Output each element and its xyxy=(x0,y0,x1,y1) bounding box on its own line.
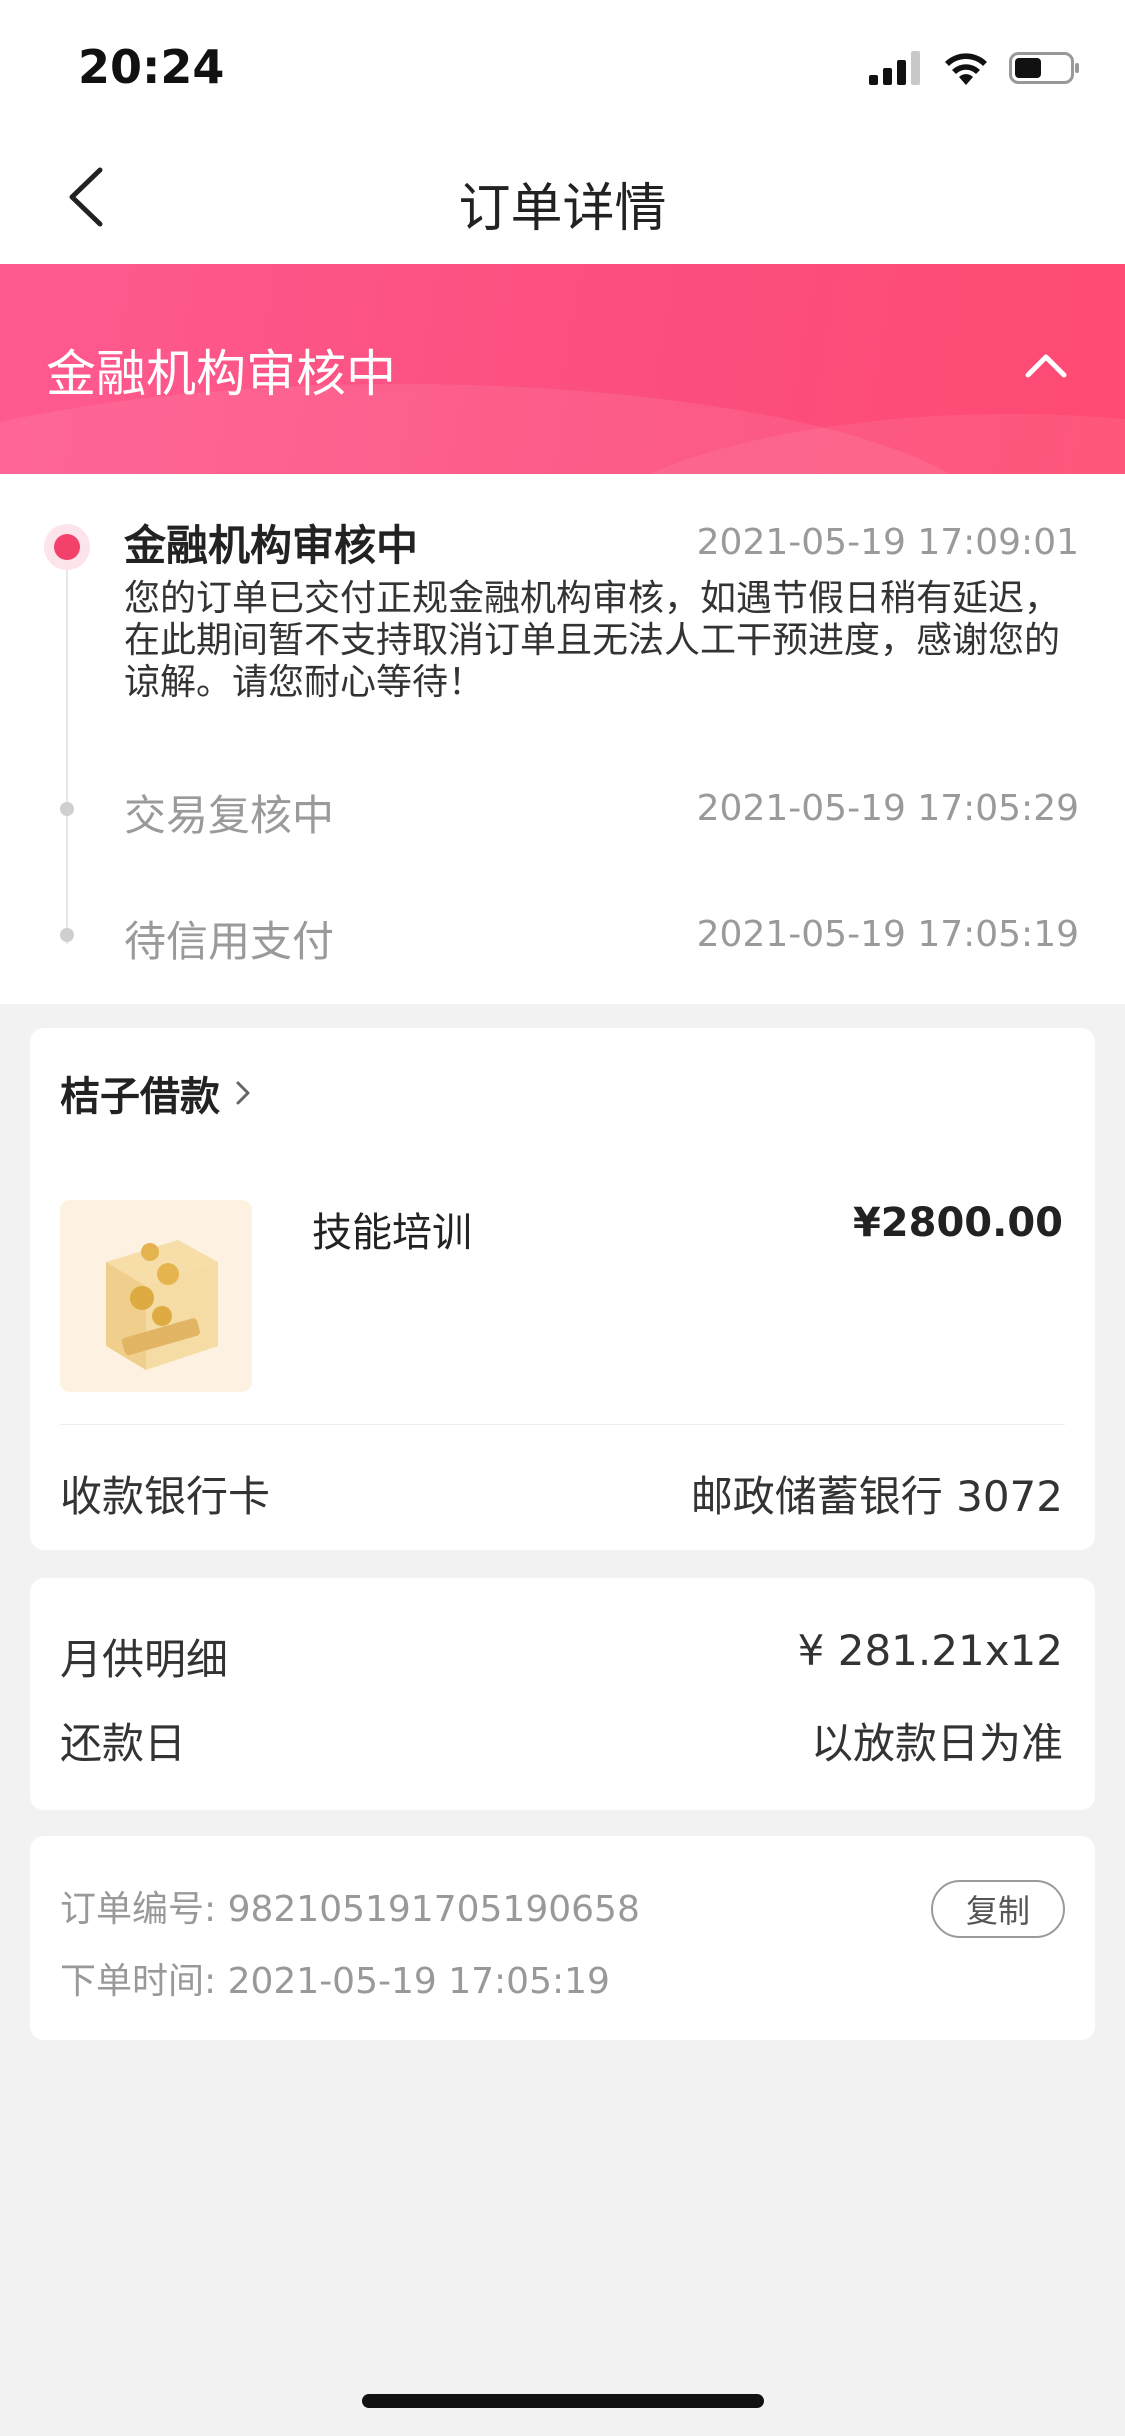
timeline-item-time: 2021-05-19 17:05:29 xyxy=(696,788,1079,829)
timeline-item-time: 2021-05-19 17:09:01 xyxy=(696,522,1079,563)
repayment-date-label: 还款日 xyxy=(60,1719,187,1768)
coin-box-icon xyxy=(106,1240,218,1370)
repayment-date-value: 以放款日为准 xyxy=(810,1719,1063,1768)
monthly-payment-value: ¥ 281.21x12 xyxy=(797,1626,1063,1675)
merchant-name: 桔子借款 xyxy=(60,1074,220,1120)
home-indicator[interactable] xyxy=(362,2394,764,2408)
timeline-line xyxy=(66,544,68,944)
status-timeline: 金融机构审核中 2021-05-19 17:09:01 您的订单已交付正规金融机… xyxy=(0,474,1125,1004)
chevron-right-icon xyxy=(236,1081,250,1105)
divider xyxy=(60,1424,1065,1425)
timeline-dot xyxy=(60,928,74,942)
timeline-dot xyxy=(60,802,74,816)
signal-icon xyxy=(869,51,920,85)
battery-icon xyxy=(1009,52,1079,84)
copy-button[interactable]: 复制 xyxy=(931,1880,1065,1938)
bank-card-value: 邮政储蓄银行 3072 xyxy=(690,1472,1063,1521)
timeline-item-desc: 您的订单已交付正规金融机构审核，如遇节假日稍有延迟，在此期间暂不支持取消订单且无… xyxy=(124,578,1061,703)
banner-title: 金融机构审核中 xyxy=(46,345,396,403)
nav-bar: 订单详情 xyxy=(0,132,1125,264)
product-image xyxy=(60,1200,252,1392)
order-number: 订单编号: 982105191705190658 xyxy=(60,1889,640,1930)
monthly-payment-label: 月供明细 xyxy=(60,1635,229,1684)
status-time: 20:24 xyxy=(78,40,225,94)
status-banner: 金融机构审核中 xyxy=(0,264,1125,474)
wifi-icon xyxy=(945,53,987,85)
order-card: 桔子借款 技能培训 ¥2800.00 收款银行卡 邮政储蓄银行 3072 xyxy=(30,1028,1095,1550)
repayment-card: 月供明细 ¥ 281.21x12 还款日 以放款日为准 xyxy=(30,1578,1095,1810)
timeline-item-title: 金融机构审核中 xyxy=(124,521,419,570)
collapse-button[interactable] xyxy=(1011,330,1081,400)
product-name: 技能培训 xyxy=(312,1210,472,1256)
order-time: 下单时间: 2021-05-19 17:05:19 xyxy=(60,1961,610,2002)
timeline-item-title: 待信用支付 xyxy=(124,917,335,966)
bank-card-label: 收款银行卡 xyxy=(60,1472,271,1521)
merchant-link[interactable]: 桔子借款 xyxy=(60,1064,252,1122)
status-icons xyxy=(869,48,1081,88)
status-bar: 20:24 xyxy=(0,0,1125,132)
chevron-up-icon xyxy=(1025,354,1067,378)
timeline-item-title: 交易复核中 xyxy=(124,791,335,840)
order-info-card: 订单编号: 982105191705190658 下单时间: 2021-05-1… xyxy=(30,1836,1095,2040)
product-price: ¥2800.00 xyxy=(852,1200,1063,1246)
timeline-item-time: 2021-05-19 17:05:19 xyxy=(696,914,1079,955)
page-title: 订单详情 xyxy=(458,179,667,239)
timeline-dot-active xyxy=(44,524,90,570)
